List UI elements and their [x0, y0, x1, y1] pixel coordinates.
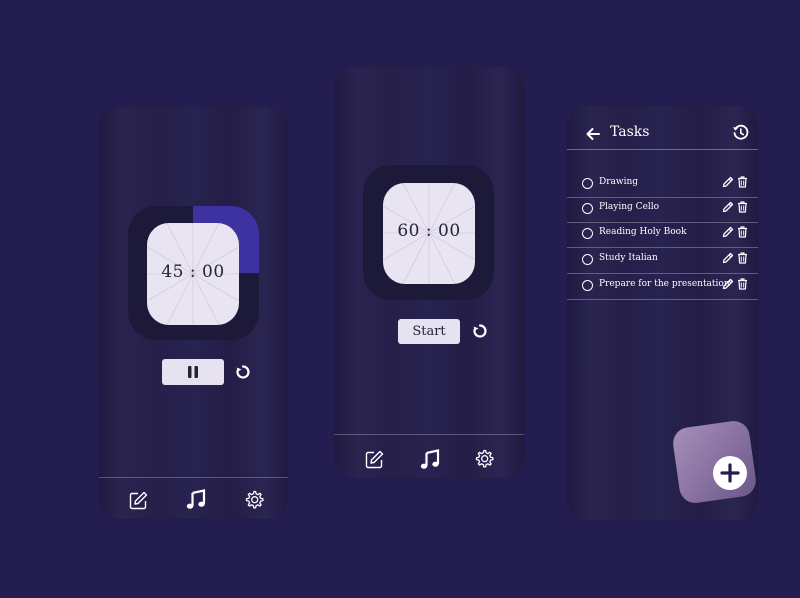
start-button[interactable]: Start — [398, 319, 460, 344]
timer-face: 45 : 00 — [147, 223, 239, 325]
timer-running-screen: 45 : 00 — [99, 107, 288, 519]
pause-icon — [188, 366, 198, 378]
pencil-icon[interactable] — [722, 201, 734, 213]
pencil-icon[interactable] — [722, 278, 734, 290]
history-icon[interactable] — [732, 124, 749, 141]
task-label: Drawing — [599, 177, 639, 187]
music-note-icon[interactable] — [186, 489, 206, 510]
plus-icon — [720, 463, 740, 483]
pencil-icon[interactable] — [722, 176, 734, 188]
bottom-nav — [334, 434, 524, 478]
task-checkbox[interactable] — [582, 178, 593, 189]
pencil-icon[interactable] — [722, 226, 734, 238]
trash-icon[interactable] — [737, 278, 748, 290]
reset-icon[interactable] — [472, 323, 488, 339]
timer-face: 60 : 00 — [383, 183, 475, 284]
gear-icon[interactable] — [244, 490, 264, 510]
header-divider — [567, 149, 758, 150]
edit-icon[interactable] — [129, 491, 148, 510]
trash-icon[interactable] — [737, 176, 748, 188]
timer-display: 45 : 00 — [161, 262, 225, 282]
gear-icon[interactable] — [474, 449, 494, 469]
music-note-icon[interactable] — [420, 449, 440, 470]
trash-icon[interactable] — [737, 226, 748, 238]
task-row[interactable]: Playing Cello — [567, 197, 758, 223]
task-row[interactable]: Prepare for the presentation — [567, 274, 758, 300]
task-checkbox[interactable] — [582, 228, 593, 239]
reset-icon[interactable] — [235, 364, 251, 380]
task-label: Prepare for the presentation — [599, 279, 730, 289]
pencil-icon[interactable] — [722, 252, 734, 264]
back-arrow-icon[interactable] — [585, 126, 601, 142]
task-label: Playing Cello — [599, 202, 660, 212]
task-label: Reading Holy Book — [599, 227, 687, 237]
task-row[interactable]: Drawing — [567, 172, 758, 198]
bottom-nav — [99, 477, 288, 519]
timer-display: 60 : 00 — [397, 221, 461, 241]
pause-button[interactable] — [162, 359, 224, 385]
task-checkbox[interactable] — [582, 254, 593, 265]
timer-ready-screen: 60 : 00 Start — [334, 67, 524, 478]
page-title: Tasks — [610, 124, 650, 140]
edit-icon[interactable] — [365, 450, 384, 469]
trash-icon[interactable] — [737, 201, 748, 213]
task-label: Study Italian — [599, 253, 658, 263]
task-checkbox[interactable] — [582, 280, 593, 291]
task-row[interactable]: Study Italian — [567, 248, 758, 274]
task-checkbox[interactable] — [582, 203, 593, 214]
task-row[interactable]: Reading Holy Book — [567, 222, 758, 248]
trash-icon[interactable] — [737, 252, 748, 264]
add-task-button[interactable] — [713, 456, 747, 490]
